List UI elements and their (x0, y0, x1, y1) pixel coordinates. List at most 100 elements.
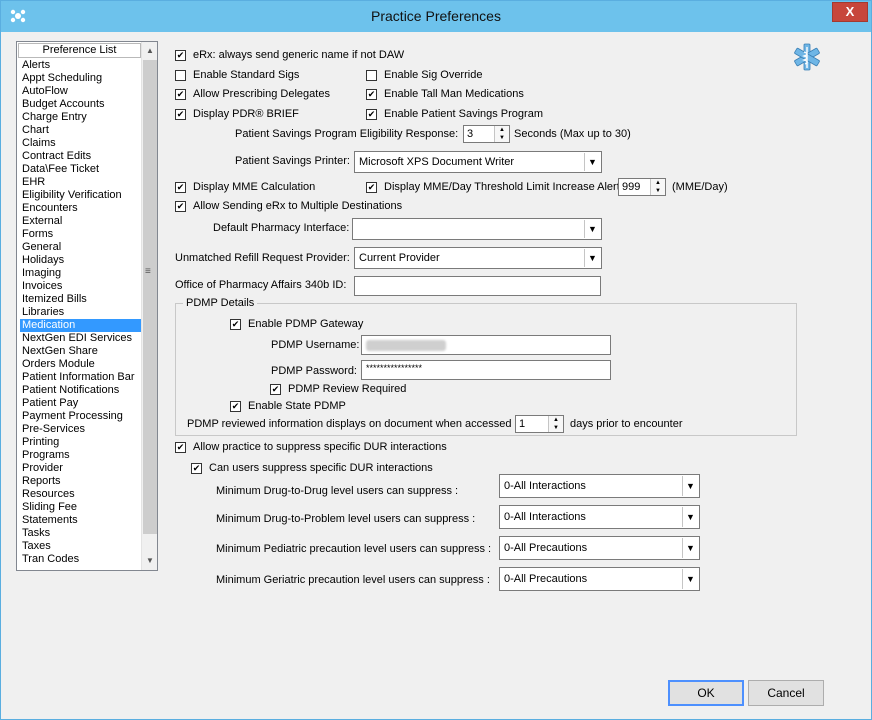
list-item[interactable]: General (20, 241, 142, 254)
drug-to-drug-select[interactable]: 0-All Interactions ▼ (499, 474, 700, 498)
spinner-arrows-icon[interactable]: ▲ ▼ (548, 416, 563, 432)
pdmp-username-input[interactable] (361, 335, 611, 355)
list-item[interactable]: AutoFlow (20, 85, 142, 98)
list-item[interactable]: Claims (20, 137, 142, 150)
spinner-arrows-icon[interactable]: ▲ ▼ (650, 179, 665, 195)
list-item[interactable]: Data\Fee Ticket (20, 163, 142, 176)
patient-savings-checkbox-row[interactable]: Enable Patient Savings Program (366, 107, 543, 121)
savings-printer-select[interactable]: Microsoft XPS Document Writer ▼ (354, 151, 602, 173)
drug-to-problem-select[interactable]: 0-All Interactions ▼ (499, 505, 700, 529)
refill-provider-select[interactable]: Current Provider ▼ (354, 247, 602, 269)
list-item[interactable]: Statements (20, 514, 142, 527)
pdmp-password-input[interactable]: **************** (361, 360, 611, 380)
list-item[interactable]: Pre-Services (20, 423, 142, 436)
list-item[interactable]: Appt Scheduling (20, 72, 142, 85)
list-item[interactable]: NextGen EDI Services (20, 332, 142, 345)
list-item[interactable]: Invoices (20, 280, 142, 293)
list-item[interactable]: Libraries (20, 306, 142, 319)
pdmp-review-checkbox-row[interactable]: PDMP Review Required (270, 382, 406, 396)
list-item[interactable]: Encounters (20, 202, 142, 215)
list-item[interactable]: Patient Pay (20, 397, 142, 410)
list-item[interactable]: Orders Module (20, 358, 142, 371)
list-item[interactable]: Holidays (20, 254, 142, 267)
title-bar[interactable]: Practice Preferences X (1, 1, 871, 32)
chevron-down-icon[interactable]: ▼ (584, 220, 600, 238)
standard-sigs-checkbox-row[interactable]: Enable Standard Sigs (175, 68, 299, 82)
pdr-brief-checkbox-row[interactable]: Display PDR® BRIEF (175, 107, 299, 121)
prescribing-delegates-checkbox[interactable] (175, 88, 186, 100)
pdmp-gateway-checkbox-row[interactable]: Enable PDMP Gateway (230, 317, 363, 331)
sig-override-checkbox-row[interactable]: Enable Sig Override (366, 68, 482, 82)
mme-threshold-checkbox[interactable] (366, 181, 377, 193)
list-item[interactable]: Contract Edits (20, 150, 142, 163)
list-item[interactable]: Forms (20, 228, 142, 241)
generic-name-checkbox-row[interactable]: eRx: always send generic name if not DAW (175, 48, 404, 62)
tall-man-checkbox-row[interactable]: Enable Tall Man Medications (366, 87, 524, 101)
generic-name-checkbox[interactable] (175, 49, 186, 61)
list-item[interactable]: NextGen Share (20, 345, 142, 358)
default-pharmacy-interface-select[interactable]: ▼ (352, 218, 602, 240)
pdmp-days-spinner[interactable]: 1 ▲ ▼ (515, 415, 564, 433)
standard-sigs-checkbox[interactable] (175, 69, 186, 81)
scroll-thumb[interactable] (143, 60, 157, 534)
chevron-down-icon[interactable]: ▼ (682, 476, 698, 496)
patient-savings-checkbox[interactable] (366, 108, 377, 120)
list-item[interactable]: Provider (20, 462, 142, 475)
list-scrollbar[interactable]: ▲ ≡ ▼ (141, 42, 157, 570)
pediatric-select[interactable]: 0-All Precautions ▼ (499, 536, 700, 560)
list-item[interactable]: Alerts (20, 59, 142, 72)
list-item[interactable]: Printing (20, 436, 142, 449)
list-item[interactable]: Patient Information Bar (20, 371, 142, 384)
tall-man-checkbox[interactable] (366, 88, 377, 100)
multi-destination-checkbox-row[interactable]: Allow Sending eRx to Multiple Destinatio… (175, 199, 402, 213)
list-item[interactable]: Tran Codes (20, 553, 142, 566)
chevron-down-icon[interactable]: ▼ (682, 538, 698, 558)
chevron-down-icon[interactable]: ▼ (682, 569, 698, 589)
chevron-down-icon[interactable]: ▼ (584, 249, 600, 267)
state-pdmp-checkbox[interactable] (230, 400, 241, 412)
list-item[interactable]: Sliding Fee (20, 501, 142, 514)
list-item[interactable]: Medication (20, 319, 142, 332)
list-item[interactable]: Payment Processing (20, 410, 142, 423)
users-suppress-checkbox-row[interactable]: Can users suppress specific DUR interact… (191, 461, 433, 475)
mme-threshold-spinner[interactable]: 999 ▲ ▼ (618, 178, 666, 196)
multi-destination-checkbox[interactable] (175, 200, 186, 212)
pdmp-gateway-checkbox[interactable] (230, 318, 241, 330)
list-item[interactable]: EHR (20, 176, 142, 189)
mme-calc-checkbox[interactable] (175, 181, 186, 193)
close-button[interactable]: X (832, 2, 868, 22)
cancel-button[interactable]: Cancel (748, 680, 824, 706)
list-item[interactable]: Charge Entry (20, 111, 142, 124)
geriatric-select[interactable]: 0-All Precautions ▼ (499, 567, 700, 591)
list-item[interactable]: External (20, 215, 142, 228)
pdmp-review-checkbox[interactable] (270, 383, 281, 395)
eligibility-response-spinner[interactable]: 3 ▲ ▼ (463, 125, 510, 143)
scroll-up-icon[interactable]: ▲ (142, 42, 158, 59)
scroll-down-icon[interactable]: ▼ (142, 552, 158, 569)
list-item[interactable]: Budget Accounts (20, 98, 142, 111)
list-item[interactable]: Reports (20, 475, 142, 488)
practice-suppress-checkbox-row[interactable]: Allow practice to suppress specific DUR … (175, 440, 447, 454)
state-pdmp-checkbox-row[interactable]: Enable State PDMP (230, 399, 346, 413)
list-item[interactable]: Programs (20, 449, 142, 462)
mme-threshold-checkbox-row[interactable]: Display MME/Day Threshold Limit Increase… (366, 180, 620, 194)
list-item[interactable]: Resources (20, 488, 142, 501)
mme-calc-checkbox-row[interactable]: Display MME Calculation (175, 180, 315, 194)
list-item[interactable]: Imaging (20, 267, 142, 280)
chevron-down-icon[interactable]: ▼ (584, 153, 600, 171)
prescribing-delegates-checkbox-row[interactable]: Allow Prescribing Delegates (175, 87, 330, 101)
list-item[interactable]: Eligibility Verification (20, 189, 142, 202)
list-item[interactable]: Tasks (20, 527, 142, 540)
list-item[interactable]: Itemized Bills (20, 293, 142, 306)
chevron-down-icon[interactable]: ▼ (682, 507, 698, 527)
list-item[interactable]: Taxes (20, 540, 142, 553)
sig-override-checkbox[interactable] (366, 69, 377, 81)
spinner-arrows-icon[interactable]: ▲ ▼ (494, 126, 509, 142)
office-340b-input[interactable] (354, 276, 601, 296)
preference-list[interactable]: Preference List Alerts Appt Scheduling Aut… (16, 41, 158, 571)
pdr-brief-checkbox[interactable] (175, 108, 186, 120)
list-item[interactable]: Patient Notifications (20, 384, 142, 397)
users-suppress-checkbox[interactable] (191, 462, 202, 474)
list-item[interactable]: Chart (20, 124, 142, 137)
ok-button[interactable]: OK (668, 680, 744, 706)
